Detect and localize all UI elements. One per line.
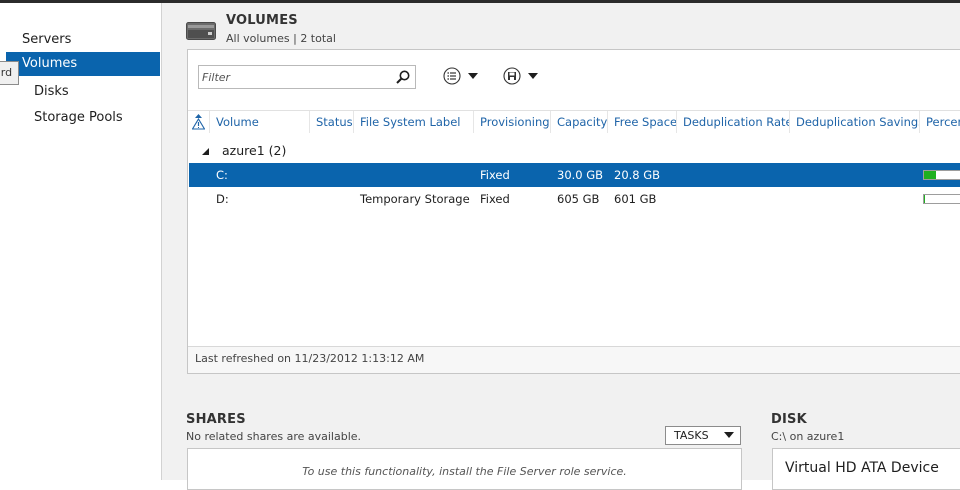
- volumes-subtitle: All volumes | 2 total: [226, 32, 336, 45]
- tasks-label: TASKS: [674, 427, 709, 444]
- sidebar-item-volumes[interactable]: Volumes: [6, 52, 160, 76]
- shares-message: To use this functionality, install the F…: [188, 465, 741, 478]
- cell-provisioning: Fixed: [480, 187, 510, 211]
- usage-bar: [923, 194, 960, 204]
- save-query-icon[interactable]: [502, 67, 544, 85]
- table-row[interactable]: C: Fixed 30.0 GB 20.8 GB: [189, 163, 960, 187]
- usage-bar-fill: [924, 171, 936, 179]
- cell-capacity: 605 GB: [557, 187, 599, 211]
- column-header-status[interactable]: Status: [310, 111, 354, 133]
- sidebar-item-storage-pools[interactable]: Storage Pools: [34, 106, 123, 130]
- tasks-button[interactable]: TASKS: [665, 426, 741, 445]
- group-label: azure1 (2): [222, 140, 286, 162]
- chevron-down-icon: [724, 432, 734, 439]
- column-header-deduplication-savings[interactable]: Deduplication Savings: [790, 111, 920, 133]
- cell-free-space: 20.8 GB: [614, 163, 660, 187]
- tooltip-fragment: ard: [0, 61, 19, 85]
- cell-provisioning: Fixed: [480, 163, 510, 187]
- volumes-footer: Last refreshed on 11/23/2012 1:13:12 AM: [188, 346, 960, 373]
- table-row[interactable]: D: Temporary Storage Fixed 605 GB 601 GB: [189, 187, 960, 211]
- disk-title: DISK: [771, 412, 807, 427]
- sidebar-item-servers[interactable]: Servers: [22, 28, 71, 52]
- shares-subtitle: No related shares are available.: [186, 430, 361, 443]
- column-header-capacity[interactable]: Capacity: [551, 111, 608, 133]
- sidebar-nav: Servers Volumes Disks Storage Pools: [0, 3, 162, 480]
- column-header-deduplication-rate[interactable]: Deduplication Rate: [677, 111, 790, 133]
- disk-device-name: Virtual HD ATA Device: [785, 460, 939, 476]
- search-icon[interactable]: [395, 69, 411, 85]
- shares-title: SHARES: [186, 412, 246, 427]
- column-header-free-space[interactable]: Free Space: [608, 111, 677, 133]
- filter-input[interactable]: [199, 68, 388, 88]
- disk-panel: Virtual HD ATA Device: [772, 448, 960, 490]
- last-refreshed-text: Last refreshed on 11/23/2012 1:13:12 AM: [195, 347, 424, 371]
- warning-column-icon[interactable]: [188, 111, 210, 133]
- cell-capacity: 30.0 GB: [557, 163, 603, 187]
- cell-file-system-label: Temporary Storage: [360, 187, 470, 211]
- collapse-arrow-icon[interactable]: [202, 148, 210, 155]
- cell-free-space: 601 GB: [614, 187, 656, 211]
- column-header-volume[interactable]: Volume: [210, 111, 310, 133]
- cell-volume: C:: [216, 163, 228, 187]
- volume-drive-icon: [186, 22, 216, 40]
- main-content: VOLUMES All volumes | 2 total: [162, 3, 960, 480]
- disk-subtitle: C:\ on azure1: [771, 430, 844, 443]
- filter-box: [198, 65, 416, 89]
- sidebar-item-disks[interactable]: Disks: [34, 80, 69, 104]
- column-header-file-system-label[interactable]: File System Label: [354, 111, 474, 133]
- volumes-panel: Volume Status File System Label Provisio…: [187, 49, 960, 374]
- column-header-percent[interactable]: Percent: [920, 111, 960, 133]
- usage-bar: [923, 170, 960, 180]
- list-view-options-icon[interactable]: [442, 67, 484, 85]
- shares-panel: To use this functionality, install the F…: [187, 448, 742, 490]
- volumes-title: VOLUMES: [226, 13, 298, 28]
- cell-volume: D:: [216, 187, 229, 211]
- volumes-grid-header: Volume Status File System Label Provisio…: [188, 110, 960, 133]
- column-header-provisioning[interactable]: Provisioning: [474, 111, 551, 133]
